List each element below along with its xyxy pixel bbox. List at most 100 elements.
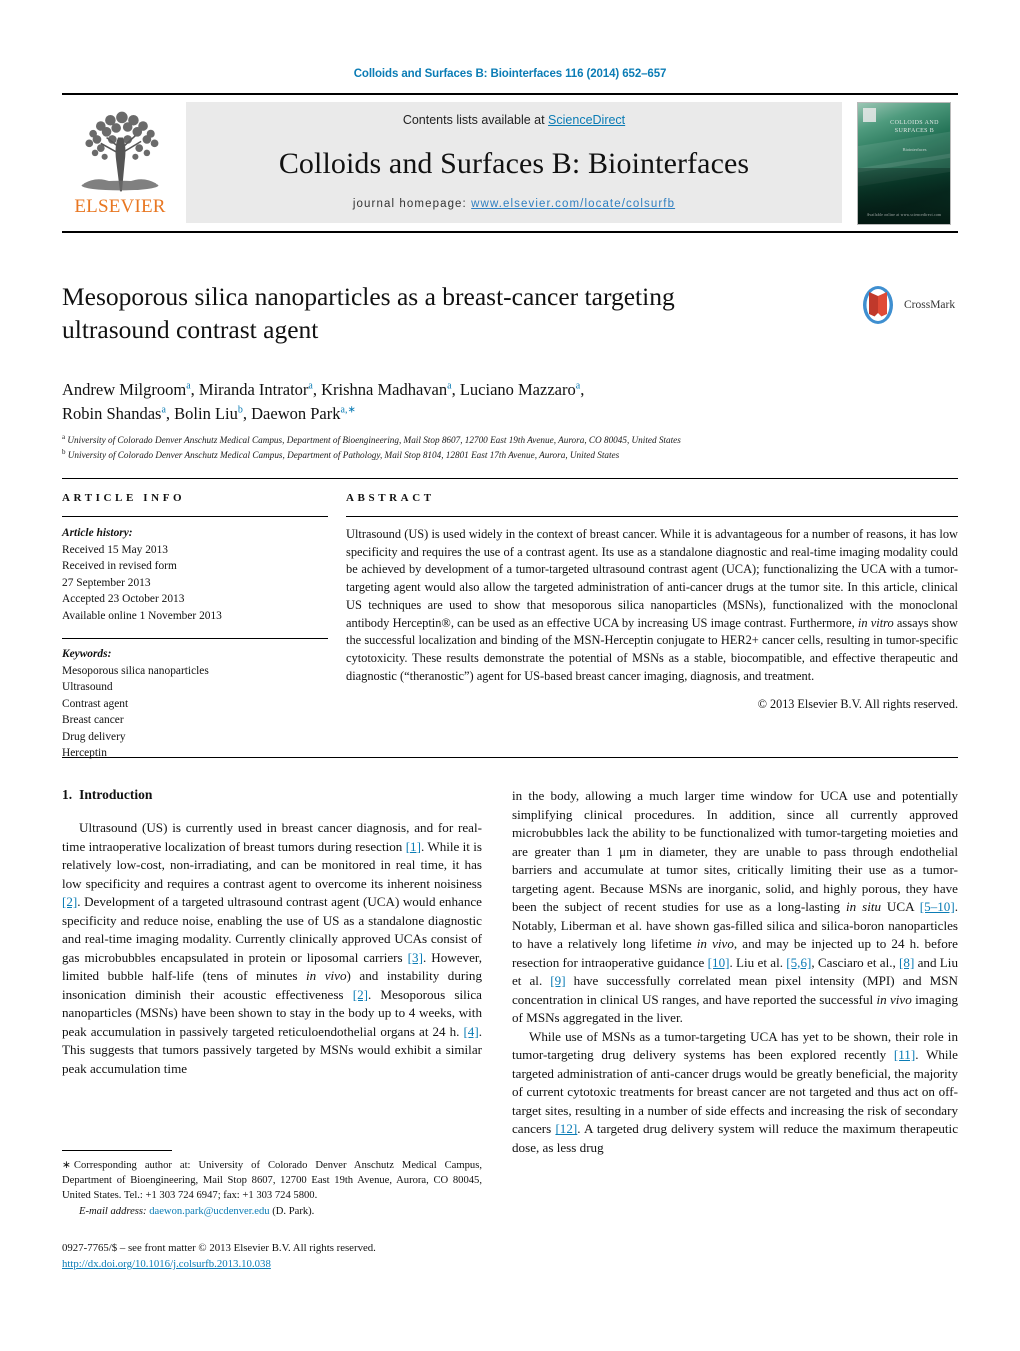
citation-ref[interactable]: [10] bbox=[708, 955, 730, 970]
citation-ref[interactable]: [2] bbox=[62, 894, 77, 909]
italic-run: in vivo bbox=[305, 968, 347, 984]
corresponding-author-email-link[interactable]: daewon.park@ucdenver.edu bbox=[149, 1206, 269, 1217]
body-column-left: 1. Introduction Ultrasound (US) is curren… bbox=[62, 787, 482, 1078]
journal-homepage-line: journal homepage: www.elsevier.com/locat… bbox=[353, 198, 675, 210]
journal-article-page: Colloids and Surfaces B: Biointerfaces 1… bbox=[0, 0, 1020, 1351]
doi-link[interactable]: http://dx.doi.org/10.1016/j.colsurfb.201… bbox=[62, 1256, 492, 1272]
footnote-text: ∗ Corresponding author at: University of … bbox=[62, 1158, 482, 1203]
cover-title: COLLOIDS AND SURFACES B bbox=[884, 119, 945, 135]
abstract-column: ABSTRACT Ultrasound (US) is used widely … bbox=[346, 492, 958, 712]
citation-ref[interactable]: [2] bbox=[353, 987, 368, 1002]
crossmark-label: CrossMark bbox=[904, 299, 956, 311]
author-name: Daewon Park bbox=[251, 403, 341, 423]
section-title: Introduction bbox=[79, 787, 153, 802]
abstract-bottom-rule bbox=[62, 757, 958, 758]
running-head: Colloids and Surfaces B: Biointerfaces 1… bbox=[353, 68, 667, 80]
corresponding-author-footnote: ∗ Corresponding author at: University of … bbox=[62, 1150, 482, 1219]
elsevier-wordmark: ELSEVIER bbox=[74, 196, 166, 217]
citation-ref[interactable]: [1] bbox=[406, 839, 421, 854]
paragraph: Ultrasound (US) is currently used in bre… bbox=[62, 819, 482, 1078]
journal-masthead: ELSEVIER Contents lists available at Sci… bbox=[62, 93, 958, 233]
article-title: Mesoporous silica nanoparticles as a bre… bbox=[62, 281, 832, 346]
article-info-rule bbox=[62, 516, 328, 517]
crossmark-icon bbox=[863, 286, 893, 324]
author-sep: , bbox=[242, 403, 252, 423]
affiliation-b-mark: b bbox=[62, 448, 66, 457]
text-run: . Liu et al. bbox=[729, 954, 787, 970]
affiliation-a: a University of Colorado Denver Anschutz… bbox=[62, 432, 942, 447]
citation-ref[interactable]: [8] bbox=[899, 955, 914, 970]
history-item: Received 15 May 2013 bbox=[62, 543, 168, 556]
citation-ref[interactable]: [5,6] bbox=[786, 955, 811, 970]
keyword-item: Ultrasound bbox=[62, 681, 113, 694]
text-run: . A targeted drug delivery system will r… bbox=[512, 1121, 959, 1155]
cover-elsevier-mark bbox=[863, 107, 876, 122]
article-title-line2: ultrasound contrast agent bbox=[62, 314, 319, 344]
author-name: Luciano Mazzaro bbox=[459, 380, 576, 399]
abstract-italic-in-vitro: in vitro bbox=[857, 615, 894, 630]
citation-ref[interactable]: [4] bbox=[463, 1024, 478, 1039]
footnote-marker: ∗ bbox=[62, 1160, 71, 1171]
citation-ref[interactable]: [5–10] bbox=[920, 899, 955, 914]
footnote-email-line: E-mail address: daewon.park@ucdenver.edu… bbox=[62, 1204, 482, 1219]
author-sep: , bbox=[190, 380, 199, 399]
cover-title-line2: SURFACES B bbox=[894, 127, 935, 134]
crossmark-badge[interactable]: CrossMark bbox=[857, 282, 957, 328]
keyword-item: Mesoporous silica nanoparticles bbox=[62, 664, 209, 677]
history-item: Accepted 23 October 2013 bbox=[62, 593, 185, 606]
elsevier-tree-icon bbox=[81, 111, 159, 192]
author-name: Bolin Liu bbox=[174, 403, 238, 423]
footnote-rule bbox=[62, 1150, 172, 1151]
journal-cover-thumbnail[interactable]: COLLOIDS AND SURFACES B Biointerfaces Av… bbox=[857, 101, 951, 225]
author-list: Andrew Milgrooma, Miranda Intratora, Kri… bbox=[62, 378, 862, 426]
affiliation-b-text: University of Colorado Denver Anschutz M… bbox=[67, 450, 620, 461]
email-label: E-mail address: bbox=[79, 1206, 147, 1218]
author-sep: , bbox=[165, 403, 175, 423]
sciencedirect-link[interactable]: ScienceDirect bbox=[548, 113, 625, 127]
article-history-label: Article history: bbox=[62, 527, 133, 539]
keywords-block: Keywords: Mesoporous silica nanoparticle… bbox=[62, 646, 328, 762]
article-info-heading: ARTICLE INFO bbox=[62, 492, 186, 504]
journal-cover-block: COLLOIDS AND SURFACES B Biointerfaces Av… bbox=[850, 95, 958, 231]
keywords-rule bbox=[62, 638, 328, 640]
text-run: in the body, allowing a much larger time… bbox=[512, 788, 958, 915]
affiliations: a University of Colorado Denver Anschutz… bbox=[62, 432, 942, 463]
citation-ref[interactable]: [3] bbox=[408, 950, 423, 965]
homepage-label: journal homepage: bbox=[352, 198, 472, 210]
journal-homepage-link[interactable]: www.elsevier.com/locate/colsurfb bbox=[471, 198, 675, 210]
contents-list-line: Contents lists available at ScienceDirec… bbox=[403, 113, 625, 127]
citation-ref[interactable]: [12] bbox=[555, 1121, 577, 1136]
abstract-rule bbox=[346, 516, 958, 517]
elsevier-logo: ELSEVIER bbox=[62, 95, 178, 231]
cover-subtitle: Biointerfaces bbox=[902, 146, 927, 152]
author-sep: , bbox=[580, 380, 585, 399]
cover-footer: Available online at www.sciencedirect.co… bbox=[866, 212, 942, 217]
history-item: Received in revised form bbox=[62, 560, 177, 573]
email-suffix: (D. Park). bbox=[272, 1206, 315, 1218]
footnote-body: Corresponding author at: University of C… bbox=[62, 1160, 482, 1202]
italic-run: in vivo bbox=[876, 991, 912, 1007]
paragraph: in the body, allowing a much larger time… bbox=[512, 787, 958, 1028]
citation-ref[interactable]: [11] bbox=[894, 1047, 915, 1062]
section-heading-introduction: 1. Introduction bbox=[62, 787, 482, 803]
imprint-block: 0927-7765/$ – see front matter © 2013 El… bbox=[62, 1240, 492, 1272]
body-column-right: in the body, allowing a much larger time… bbox=[512, 787, 958, 1157]
keyword-item: Herceptin bbox=[62, 747, 107, 760]
author-name: Robin Shandas bbox=[62, 403, 162, 423]
keyword-item: Breast cancer bbox=[62, 714, 124, 727]
text-run: UCA bbox=[881, 899, 920, 915]
section-number: 1. bbox=[62, 787, 73, 802]
contents-prefix: Contents lists available at bbox=[402, 113, 549, 127]
keyword-item: Contrast agent bbox=[62, 697, 129, 710]
abstract-heading: ABSTRACT bbox=[346, 492, 435, 504]
affiliation-a-text: University of Colorado Denver Anschutz M… bbox=[67, 435, 681, 446]
keywords-label: Keywords: bbox=[62, 648, 112, 661]
text-run: While use of MSNs as a tumor-targeting U… bbox=[512, 1028, 958, 1063]
italic-run: in vivo bbox=[696, 936, 734, 952]
paragraph: While use of MSNs as a tumor-targeting U… bbox=[512, 1028, 958, 1158]
journal-title: Colloids and Surfaces B: Biointerfaces bbox=[278, 146, 750, 180]
abstract-text: Ultrasound (US) is used widely in the co… bbox=[346, 526, 958, 686]
citation-ref[interactable]: [9] bbox=[550, 973, 565, 988]
article-info-column: ARTICLE INFO Article history: Received 1… bbox=[62, 492, 328, 762]
masthead-center: Contents lists available at ScienceDirec… bbox=[186, 102, 842, 223]
